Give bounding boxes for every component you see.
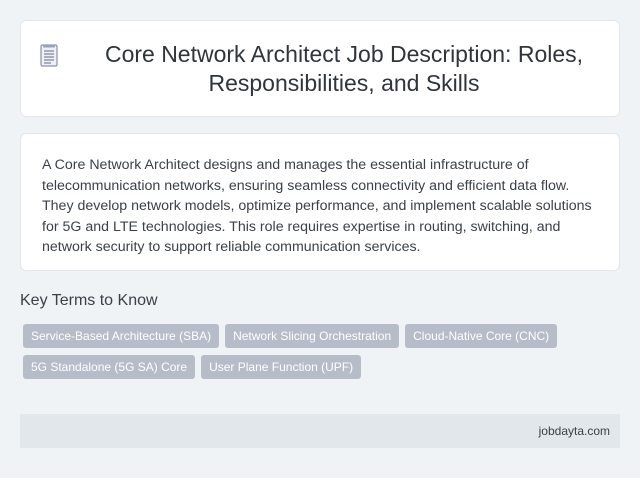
footer: jobdayta.com xyxy=(20,414,620,448)
key-term-tag: Service-Based Architecture (SBA) xyxy=(23,324,220,348)
footer-brand: jobdayta.com xyxy=(538,424,610,438)
title-card: Core Network Architect Job Description: … xyxy=(20,20,620,117)
key-terms-list: Service-Based Architecture (SBA) Network… xyxy=(23,324,583,386)
key-term-tag: Cloud-Native Core (CNC) xyxy=(405,324,558,348)
job-description: A Core Network Architect designs and man… xyxy=(42,157,592,255)
key-term-tag: 5G Standalone (5G SA) Core xyxy=(23,355,196,379)
key-terms-heading: Key Terms to Know xyxy=(20,292,158,309)
key-term-tag: User Plane Function (UPF) xyxy=(201,355,362,379)
description-card: A Core Network Architect designs and man… xyxy=(20,133,620,271)
key-term-tag: Network Slicing Orchestration xyxy=(225,324,400,348)
title-wrap: Core Network Architect Job Description: … xyxy=(40,40,600,98)
page-title: Core Network Architect Job Description: … xyxy=(104,40,584,96)
document-icon xyxy=(40,43,58,67)
